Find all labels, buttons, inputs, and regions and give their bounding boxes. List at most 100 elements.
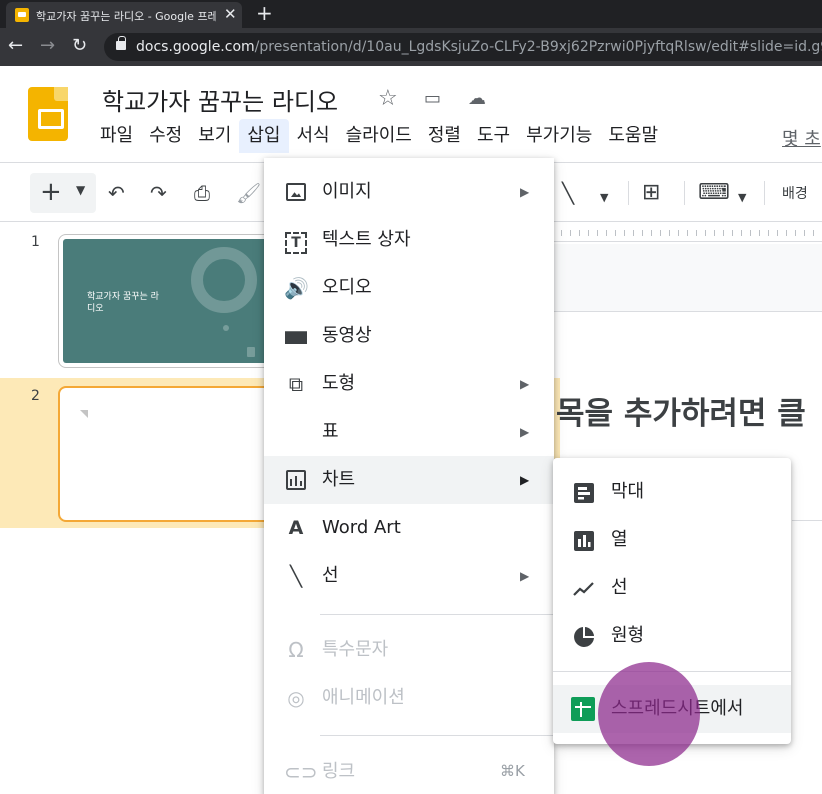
text-box-icon: T bbox=[284, 228, 308, 254]
link-icon: ⊂⊃ bbox=[284, 760, 318, 784]
menu-separator bbox=[320, 735, 554, 736]
menu-insert[interactable]: 삽입 bbox=[239, 119, 289, 153]
chart-column-label: 열 bbox=[611, 529, 628, 550]
chart-pie-label: 원형 bbox=[611, 625, 645, 646]
pie-chart-icon bbox=[573, 626, 595, 648]
new-tab-button[interactable]: + bbox=[256, 1, 273, 25]
decorative-ring bbox=[191, 247, 257, 313]
browser-tab-strip: 학교가자 꿈꾸는 라디오 - Google 프레젠테이션 ✕ + bbox=[0, 0, 822, 28]
menu-help[interactable]: 도움말 bbox=[600, 119, 666, 153]
chart-line-item[interactable]: 선 bbox=[553, 564, 791, 612]
move-folder-icon[interactable]: ▭ bbox=[424, 86, 441, 112]
submenu-arrow-icon: ▶ bbox=[520, 185, 530, 199]
insert-link-item[interactable]: ⊂⊃ 링크 ⌘K bbox=[264, 748, 554, 794]
menu-file[interactable]: 파일 bbox=[92, 119, 141, 153]
back-arrow-icon[interactable]: ← bbox=[8, 36, 23, 56]
tab-close-icon[interactable]: ✕ bbox=[224, 5, 237, 23]
insert-table-label: 표 bbox=[322, 421, 339, 442]
insert-word-art-label: Word Art bbox=[322, 517, 401, 538]
insert-animation-item[interactable]: ◎ 애니메이션 bbox=[264, 674, 554, 722]
insert-table-item[interactable]: 표 ▶ bbox=[264, 408, 554, 456]
insert-special-chars-label: 특수문자 bbox=[322, 639, 389, 660]
insert-special-chars-item[interactable]: Ω 특수문자 bbox=[264, 626, 554, 674]
insert-line-item[interactable]: ╲ 선 ▶ bbox=[264, 552, 554, 600]
link-shortcut: ⌘K bbox=[500, 762, 525, 780]
chart-column-item[interactable]: 열 bbox=[553, 516, 791, 564]
toolbar-divider bbox=[628, 181, 629, 205]
submenu-arrow-icon: ▶ bbox=[520, 569, 530, 583]
print-icon[interactable]: ⎙ bbox=[194, 183, 210, 203]
insert-image-label: 이미지 bbox=[322, 181, 372, 202]
toolbar-divider bbox=[684, 181, 685, 205]
image-icon bbox=[284, 180, 308, 204]
toolbar-divider bbox=[764, 181, 765, 205]
menu-arrange[interactable]: 정렬 bbox=[420, 119, 469, 153]
insert-animation-label: 애니메이션 bbox=[322, 687, 405, 708]
menu-addons[interactable]: 부가기능 bbox=[518, 119, 600, 153]
document-title[interactable]: 학교가자 꿈꾸는 라디오 bbox=[102, 82, 338, 117]
lock-icon bbox=[116, 36, 126, 50]
insert-chart-label: 차트 bbox=[322, 469, 356, 490]
paint-format-icon[interactable]: 🖌 bbox=[236, 183, 261, 203]
insert-image-item[interactable]: 이미지 ▶ bbox=[264, 168, 554, 216]
insert-text-box-item[interactable]: T 텍스트 상자 bbox=[264, 216, 554, 264]
insert-audio-label: 오디오 bbox=[322, 277, 372, 298]
placeholder-mark bbox=[80, 410, 88, 418]
bar-chart-icon bbox=[573, 482, 595, 504]
browser-tab[interactable]: 학교가자 꿈꾸는 라디오 - Google 프레젠테이션 ✕ bbox=[6, 2, 242, 28]
word-art-icon: A bbox=[288, 517, 304, 539]
line-tool-icon[interactable]: ╲ bbox=[562, 183, 574, 203]
chart-line-label: 선 bbox=[611, 577, 628, 598]
menu-edit[interactable]: 수정 bbox=[141, 119, 190, 153]
menu-view[interactable]: 보기 bbox=[190, 119, 239, 153]
line-caret-icon[interactable]: ▼ bbox=[600, 188, 608, 208]
menu-tools[interactable]: 도구 bbox=[469, 119, 518, 153]
column-chart-icon bbox=[573, 530, 595, 552]
submenu-arrow-icon: ▶ bbox=[520, 377, 530, 391]
background-button[interactable]: 배경 bbox=[782, 183, 808, 203]
undo-icon[interactable]: ↶ bbox=[108, 183, 125, 203]
menu-slide[interactable]: 슬라이드 bbox=[338, 119, 420, 153]
url-host: docs.google.com bbox=[136, 39, 255, 55]
menu-format[interactable]: 서식 bbox=[289, 119, 338, 153]
insert-line-label: 선 bbox=[322, 565, 339, 586]
last-edit-link[interactable]: 몇 초 bbox=[782, 125, 821, 151]
keyboard-icon[interactable]: ⌨ bbox=[698, 182, 730, 204]
submenu-arrow-icon: ▶ bbox=[520, 425, 530, 439]
insert-shape-item[interactable]: ⧉ 도형 ▶ bbox=[264, 360, 554, 408]
star-icon[interactable]: ☆ bbox=[378, 86, 398, 112]
animation-icon: ◎ bbox=[287, 686, 305, 710]
slide-canvas-top bbox=[552, 244, 822, 312]
insert-text-box-label: 텍스트 상자 bbox=[322, 229, 411, 250]
slides-logo-icon[interactable] bbox=[28, 87, 68, 141]
menu-bar: 파일 수정 보기 삽입 서식 슬라이드 정렬 도구 부가기능 도움말 bbox=[92, 119, 666, 153]
cloud-status-icon[interactable]: ☁ bbox=[468, 86, 486, 112]
forward-arrow-icon[interactable]: → bbox=[40, 36, 55, 56]
caret-down-icon[interactable]: ▼ bbox=[76, 183, 85, 197]
omega-icon: Ω bbox=[288, 638, 304, 662]
reload-icon[interactable]: ↻ bbox=[72, 36, 87, 56]
insert-video-item[interactable]: 동영상 bbox=[264, 312, 554, 360]
horizontal-ruler bbox=[552, 224, 822, 242]
insert-audio-item[interactable]: 🔊 오디오 bbox=[264, 264, 554, 312]
slide-number: 1 bbox=[31, 234, 40, 250]
insert-shape-label: 도형 bbox=[322, 373, 356, 394]
url-field[interactable]: docs.google.com/presentation/d/10au_Lgds… bbox=[104, 33, 822, 61]
chart-bar-label: 막대 bbox=[611, 481, 645, 502]
insert-chart-item[interactable]: 차트 ▶ bbox=[264, 456, 554, 504]
input-tools-caret-icon[interactable]: ▼ bbox=[738, 188, 746, 208]
chart-bar-item[interactable]: 막대 bbox=[553, 468, 791, 516]
chart-pie-item[interactable]: 원형 bbox=[553, 612, 791, 660]
slide-thumbnail-1[interactable]: 학교가자 꿈꾸는 라디오 bbox=[58, 234, 278, 368]
slide-thumbnail-2[interactable] bbox=[58, 386, 278, 522]
decorative-bar bbox=[247, 347, 255, 357]
insert-word-art-item[interactable]: A Word Art bbox=[264, 504, 554, 552]
redo-icon[interactable]: ↷ bbox=[150, 183, 167, 203]
slide-thumbnail-1-canvas: 학교가자 꿈꾸는 라디오 bbox=[63, 239, 273, 363]
insert-link-label: 링크 bbox=[322, 761, 356, 782]
slide-number: 2 bbox=[31, 388, 40, 404]
title-placeholder[interactable]: 목을 추가하려면 클 bbox=[556, 388, 806, 433]
slides-favicon-icon bbox=[15, 8, 29, 22]
add-comment-icon[interactable]: ⊞ bbox=[642, 182, 660, 204]
new-slide-button[interactable]: + ▼ bbox=[30, 173, 96, 213]
